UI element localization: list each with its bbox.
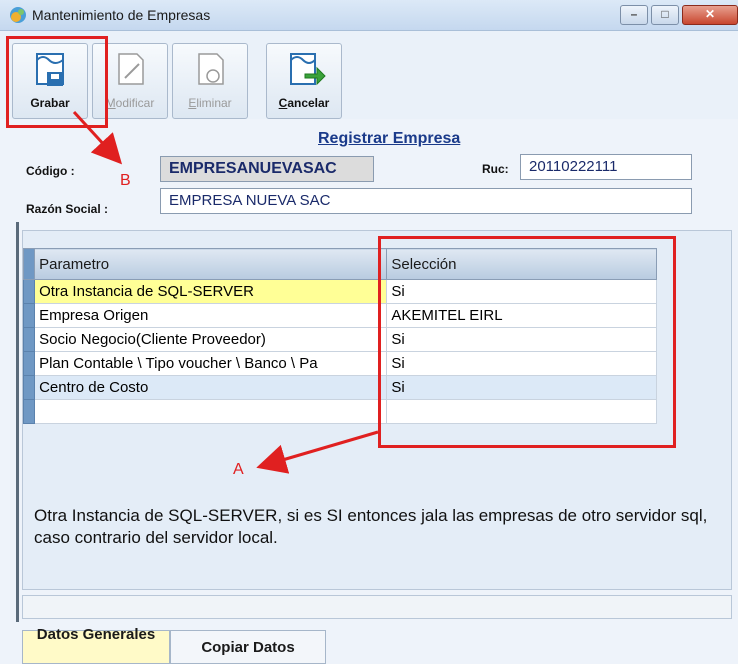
annotation-arrow-b	[72, 110, 123, 165]
annotation-arrows	[72, 110, 379, 474]
annotation-arrow-a	[256, 430, 379, 474]
window: Mantenimiento de Empresas – □ ✕ Grabar M…	[0, 0, 738, 664]
